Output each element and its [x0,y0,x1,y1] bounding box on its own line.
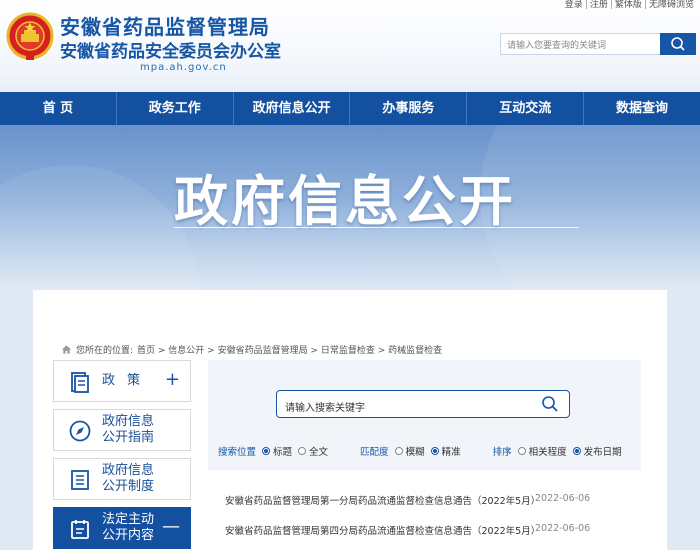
site-title-sub[interactable]: 安徽省药品安全委员会办公室 [60,37,281,62]
search-filters: 搜索位置 标题 全文 匹配度 模糊 精准 排序 相关程度 发布日期 [218,444,626,458]
list-item[interactable]: 安徽省药品监督管理局第一分局药品流通监督检查信息通告（2022年5月） 2022… [225,493,645,523]
site-header: 安徽省药品监督管理局 安徽省药品安全委员会办公室 mpa.ah.gov.cn 登… [0,0,700,92]
site-search-button[interactable] [660,33,696,55]
search-icon [671,37,685,51]
login-link[interactable]: 登录 [563,0,585,10]
radio-title[interactable] [262,447,271,455]
result-date: 2022-06-06 [535,493,591,504]
nav-item-information-disclosure[interactable]: 政府信息公开 [234,92,351,125]
filter-label-sort: 排序 [492,447,512,458]
result-title[interactable]: 安徽省药品监督管理局第一分局药品流通监督检查信息通告（2022年5月） [225,493,540,507]
breadcrumb-prefix: 您所在的位置: [76,346,134,356]
filter-label-match: 匹配度 [360,447,389,458]
banner-underline [174,227,579,228]
banner-title: 政府信息公开 [174,170,516,233]
banner-decoration [0,165,200,290]
radio-fuzzy-label[interactable]: 模糊 [406,444,425,458]
sidebar-item-label: 法定主动 公开内容 [102,512,155,543]
search-icon[interactable] [541,395,559,413]
sidebar: 政策 + 政府信息 公开指南 政府信息 公开制度 法定主动 公开内容 — [53,360,191,550]
search-panel: 请输入搜索关键字 搜索位置 标题 全文 匹配度 模糊 精准 排序 相关程度 发布… [208,360,641,470]
breadcrumb: 您所在的位置: 首页 > 信息公开 > 安徽省药品监督管理局 > 日常监督检查 … [61,343,442,356]
content-card: 您所在的位置: 首页 > 信息公开 > 安徽省药品监督管理局 > 日常监督检查 … [33,290,667,550]
list-item[interactable]: 安徽省药品监督管理局第四分局药品流通监督检查信息通告（2022年5月） 2022… [225,523,645,550]
nav-item-government-affairs[interactable]: 政务工作 [117,92,234,125]
sidebar-item-label: 政府信息 公开制度 [102,463,155,494]
radio-relevance-label[interactable]: 相关程度 [529,444,567,458]
radio-exact[interactable] [430,447,439,455]
calendar-icon [71,520,89,539]
radio-exact-label[interactable]: 精准 [442,444,461,458]
national-emblem-icon [6,12,54,60]
compass-icon [69,420,91,442]
sidebar-item-label: 政府信息 公开指南 [102,414,155,445]
site-domain: mpa.ah.gov.cn [140,62,227,73]
home-icon [61,345,72,354]
collapse-minus-icon[interactable]: — [162,517,180,537]
result-list: 安徽省药品监督管理局第一分局药品流通监督检查信息通告（2022年5月） 2022… [225,493,645,550]
list-icon [71,470,89,490]
radio-fulltext[interactable] [298,447,307,455]
result-title[interactable]: 安徽省药品监督管理局第四分局药品流通监督检查信息通告（2022年5月） [225,523,540,537]
sidebar-item-guide[interactable]: 政府信息 公开指南 [53,409,191,451]
radio-relevance[interactable] [517,447,526,455]
sidebar-item-statutory-content[interactable]: 法定主动 公开内容 — [53,507,191,549]
filter-label-location: 搜索位置 [218,447,257,458]
register-link[interactable]: 注册 [588,0,610,10]
nav-item-services[interactable]: 办事服务 [350,92,468,125]
nav-item-data-query[interactable]: 数据查询 [584,92,700,125]
expand-plus-icon[interactable]: + [165,370,180,390]
main-nav: 首 页 政务工作 政府信息公开 办事服务 互动交流 数据查询 [0,92,700,125]
radio-fulltext-label[interactable]: 全文 [309,444,328,458]
sidebar-item-system[interactable]: 政府信息 公开制度 [53,458,191,500]
top-links: 登录 | 注册 | 繁体版 | 无障碍浏览 [563,0,696,10]
keyword-search-input[interactable]: 请输入搜索关键字 [276,390,570,418]
keyword-search-placeholder: 请输入搜索关键字 [285,403,365,414]
nav-item-home[interactable]: 首 页 [0,92,117,125]
radio-publish-date-label[interactable]: 发布日期 [584,444,622,458]
site-title-main[interactable]: 安徽省药品监督管理局 [60,11,270,40]
breadcrumb-path[interactable]: 首页 > 信息公开 > 安徽省药品监督管理局 > 日常监督检查 > 药械监督检查 [137,343,442,356]
radio-publish-date[interactable] [572,447,581,455]
nav-item-interaction[interactable]: 互动交流 [467,92,585,125]
radio-fuzzy[interactable] [394,447,403,455]
traditional-chinese-link[interactable]: 繁体版 [613,0,644,10]
result-date: 2022-06-06 [535,523,591,534]
sidebar-item-label: 政策 [102,373,153,388]
sidebar-item-policy[interactable]: 政策 + [53,360,191,402]
radio-title-label[interactable]: 标题 [273,444,292,458]
accessibility-link[interactable]: 无障碍浏览 [647,0,696,10]
site-search-input[interactable]: 请输入您要查询的关键词 [500,33,696,55]
site-search-placeholder: 请输入您要查询的关键词 [507,41,607,51]
document-icon [71,372,89,393]
page-banner: 政府信息公开 [0,125,700,290]
